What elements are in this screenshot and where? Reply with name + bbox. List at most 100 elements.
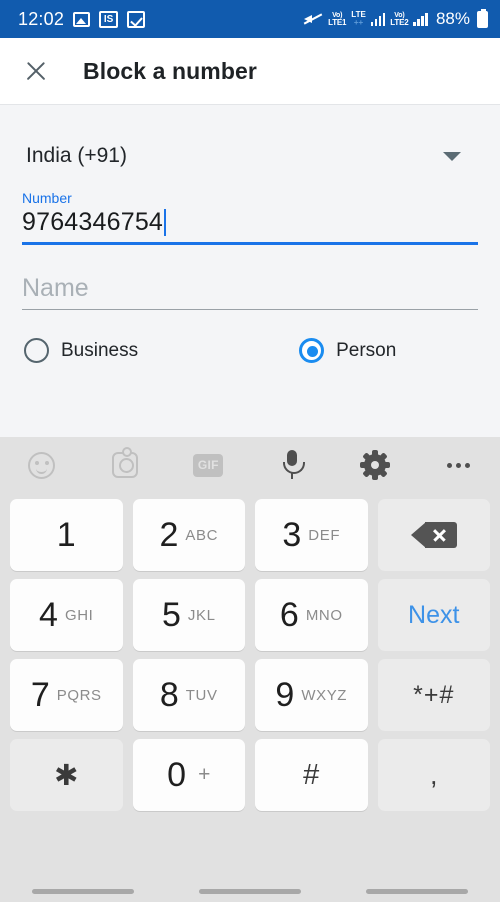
keypad-grid: 1 2 ABC 3 DEF 4 GHI 5 JKL 6 MNO Next 7 P…: [0, 493, 500, 815]
symbols-key-label: *+#: [413, 680, 455, 709]
asterisk-key-label: ✱: [54, 759, 79, 792]
sticker-icon[interactable]: [83, 447, 166, 478]
comma-key-label: ,: [429, 759, 438, 790]
status-clock: 12:02: [18, 8, 65, 29]
sim1-network-label: LTE1: [328, 18, 347, 27]
hash-key-label: #: [303, 758, 320, 791]
radio-business-circle: [24, 338, 49, 363]
navigation-bar: [0, 856, 500, 902]
key-0-plus: +: [198, 763, 211, 786]
microphone-icon[interactable]: [250, 450, 333, 480]
sim1-signal-icon: [370, 12, 386, 26]
contact-type-radio-group: Business Person: [24, 338, 480, 363]
nav-pill-back[interactable]: [32, 889, 135, 894]
sim2-network-label: LTE2: [390, 18, 409, 27]
backspace-icon: [410, 522, 457, 548]
key-9-letters: WXYZ: [301, 686, 348, 704]
key-2-letters: ABC: [185, 526, 219, 544]
key-1-digit: 1: [56, 515, 76, 554]
keypad-row: 1 2 ABC 3 DEF: [5, 495, 495, 575]
on-screen-keyboard: GIF 1 2 ABC 3 DEF 4 GHI 5 JKL 6 MNO Next…: [0, 437, 500, 902]
is-app-icon: IS: [99, 10, 119, 28]
status-bar-right: Vo) LTE1 LTE ++ Vo) LTE2 88%: [303, 8, 488, 29]
sim2-volte-icon: Vo) LTE2: [390, 12, 409, 27]
key-3[interactable]: 3 DEF: [255, 499, 368, 571]
key-8[interactable]: 8 TUV: [132, 659, 245, 731]
status-bar-left: 12:02 IS: [18, 8, 146, 30]
keyboard-toolbar: GIF: [0, 437, 500, 493]
status-bar: 12:02 IS Vo) LTE1 LTE ++ Vo) LTE2 88%: [0, 0, 500, 38]
name-field[interactable]: Name: [22, 274, 478, 310]
key-6-digit: 6: [279, 595, 299, 634]
key-6[interactable]: 6 MNO: [255, 579, 368, 651]
comma-key[interactable]: ,: [377, 739, 490, 811]
hash-key[interactable]: #: [255, 739, 368, 811]
close-icon[interactable]: [22, 57, 50, 85]
name-field-underline: [22, 309, 478, 310]
number-field-value-row: 9764346754: [22, 208, 478, 237]
radio-business[interactable]: Business: [24, 338, 138, 363]
key-4-letters: GHI: [64, 606, 94, 624]
key-5-digit: 5: [161, 595, 181, 634]
battery-percent: 88%: [435, 9, 470, 28]
phone-screen: 12:02 IS Vo) LTE1 LTE ++ Vo) LTE2 88% Bl…: [0, 0, 500, 902]
asterisk-key[interactable]: ✱: [10, 739, 123, 811]
app-bar: Block a number: [0, 38, 500, 105]
key-5-letters: JKL: [187, 606, 216, 624]
more-options-icon[interactable]: [417, 462, 500, 468]
backspace-key[interactable]: [377, 499, 490, 571]
key-7-digit: 7: [30, 675, 50, 714]
key-8-letters: TUV: [185, 686, 218, 704]
name-field-placeholder: Name: [22, 274, 89, 302]
keypad-row: ✱ 0 + # ,: [5, 735, 495, 815]
page-title: Block a number: [83, 57, 257, 84]
text-cursor: [164, 209, 167, 236]
number-field-label: Number: [22, 190, 72, 206]
lte-plus-label: ++: [353, 18, 364, 27]
key-2-digit: 2: [159, 515, 179, 554]
key-3-digit: 3: [282, 515, 302, 554]
key-4[interactable]: 4 GHI: [10, 579, 123, 651]
mute-icon: [303, 11, 323, 27]
lte-plus-icon: LTE ++: [351, 11, 366, 27]
block-number-form: India (+91) Number 9764346754 Name Busin…: [0, 106, 500, 541]
nav-pill-recents[interactable]: [365, 889, 468, 894]
key-7-letters: PQRS: [56, 686, 102, 704]
key-6-letters: MNO: [305, 606, 343, 624]
key-0-digit: 0: [167, 755, 187, 794]
key-8-digit: 8: [159, 675, 179, 714]
nav-pill-home[interactable]: [198, 889, 301, 894]
key-3-letters: DEF: [308, 526, 341, 544]
symbols-key[interactable]: *+#: [377, 659, 490, 731]
sim1-volte-icon: Vo) LTE1: [328, 12, 347, 27]
country-selector-value: India (+91): [26, 144, 127, 167]
next-key[interactable]: Next: [377, 579, 490, 651]
gif-icon[interactable]: GIF: [167, 453, 250, 477]
radio-person-label: Person: [336, 339, 397, 361]
battery-icon: [477, 8, 488, 28]
key-2[interactable]: 2 ABC: [132, 499, 245, 571]
radio-business-label: Business: [61, 339, 139, 361]
chevron-down-icon: [443, 151, 461, 161]
emoji-icon[interactable]: [0, 451, 83, 479]
gif-icon-label: GIF: [193, 453, 224, 477]
country-selector[interactable]: India (+91): [26, 136, 474, 176]
key-0[interactable]: 0 +: [132, 739, 245, 811]
key-1[interactable]: 1: [10, 499, 123, 571]
key-7[interactable]: 7 PQRS: [10, 659, 123, 731]
keypad-row: 7 PQRS 8 TUV 9 WXYZ *+#: [5, 655, 495, 735]
key-9[interactable]: 9 WXYZ: [255, 659, 368, 731]
radio-person[interactable]: Person: [299, 338, 396, 363]
settings-gear-icon[interactable]: [333, 450, 416, 480]
sim2-signal-icon: [413, 12, 428, 26]
next-key-label: Next: [408, 600, 460, 629]
photo-icon: [73, 11, 91, 27]
key-5[interactable]: 5 JKL: [132, 579, 245, 651]
key-9-digit: 9: [275, 675, 295, 714]
radio-person-circle: [299, 338, 325, 363]
number-field-value: 9764346754: [22, 208, 164, 236]
number-field-underline: [22, 242, 478, 245]
check-app-icon: [127, 10, 146, 28]
number-field[interactable]: Number 9764346754: [22, 190, 478, 245]
keypad-row: 4 GHI 5 JKL 6 MNO Next: [5, 575, 495, 655]
